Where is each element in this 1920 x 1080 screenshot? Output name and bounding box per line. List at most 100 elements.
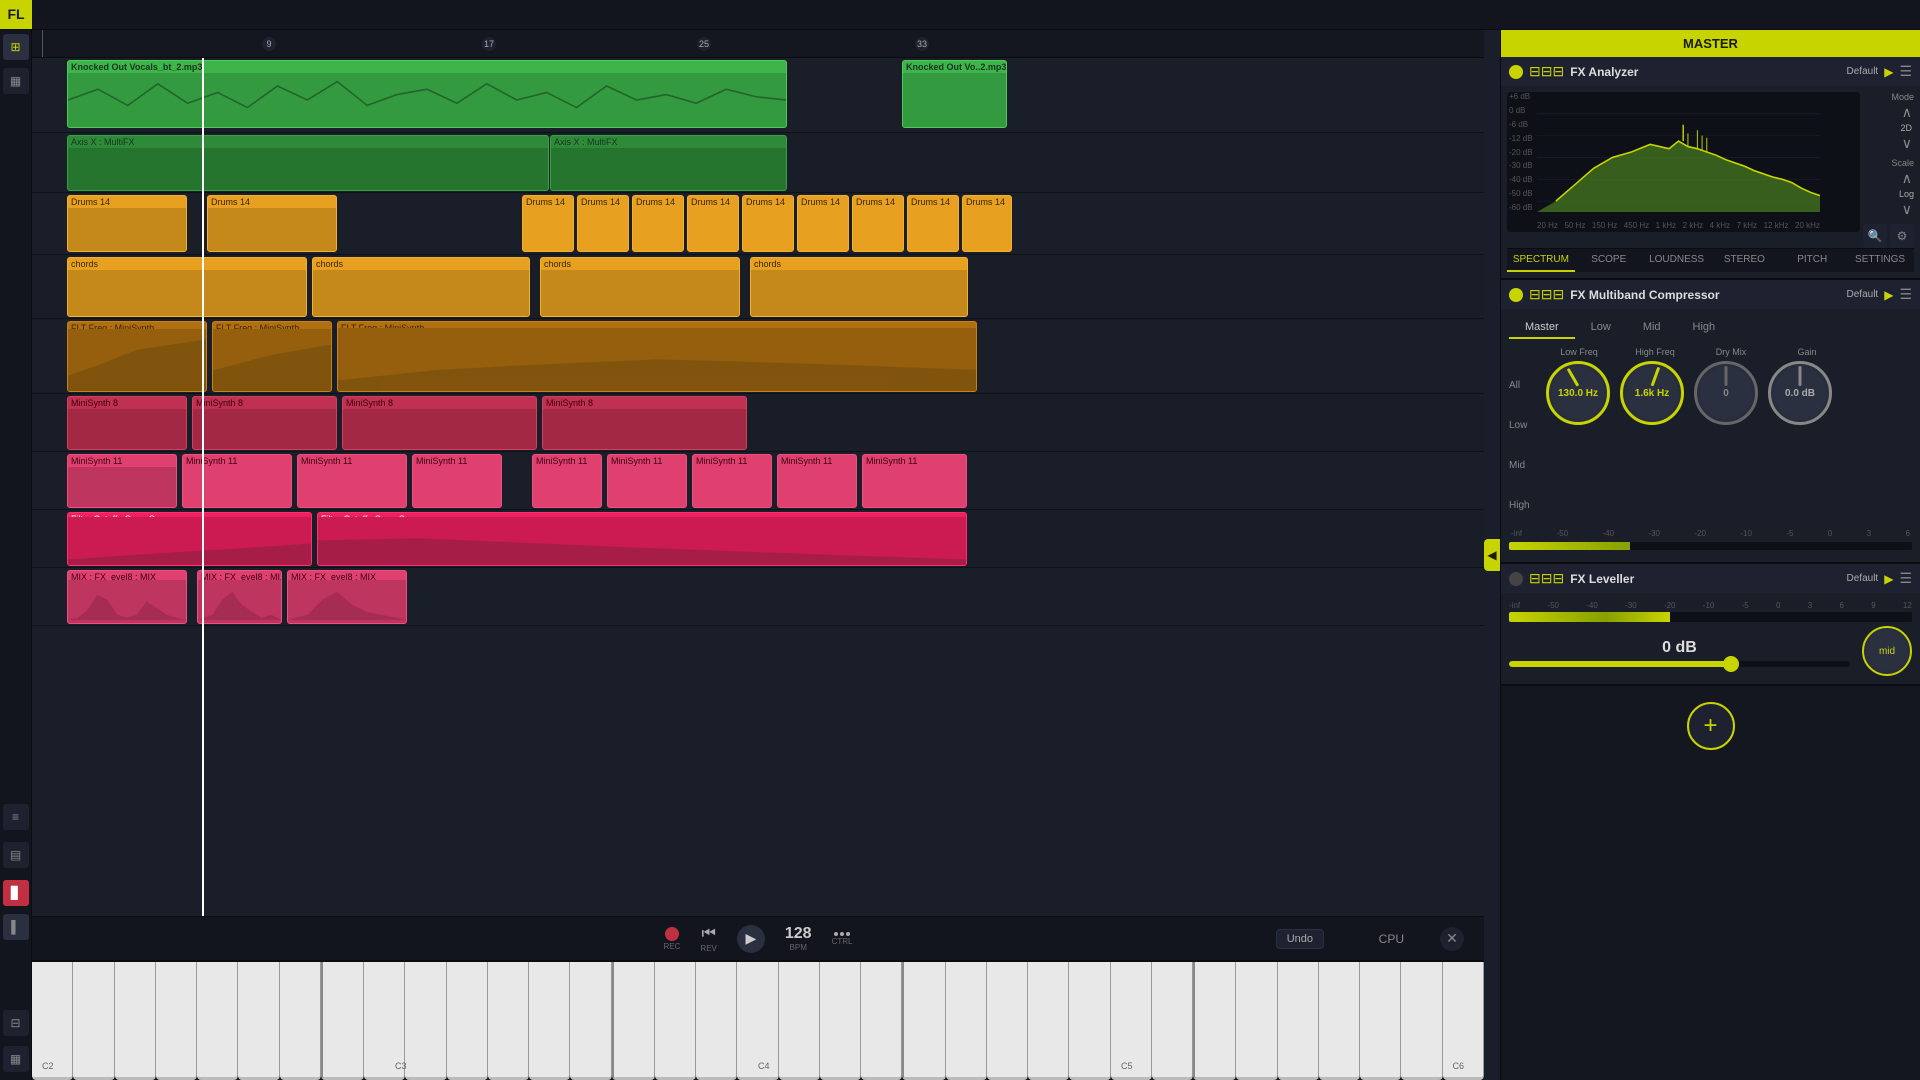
app-logo[interactable]: FL <box>0 0 32 30</box>
tab-pitch[interactable]: PITCH <box>1778 249 1846 272</box>
mb-tab-high[interactable]: High <box>1677 317 1732 339</box>
fx-leveller-power[interactable] <box>1509 572 1523 586</box>
key-c2[interactable] <box>32 962 73 1080</box>
fx-multiband-arrow[interactable]: ▶ <box>1884 288 1893 302</box>
clip-axisx-2[interactable]: Axis X : MultiFX <box>550 135 787 191</box>
fx-multiband-power[interactable] <box>1509 288 1523 302</box>
knob-dry-mix-dial[interactable]: 0 <box>1694 361 1758 425</box>
clip-mfx-1[interactable]: MIX : FX_evel8 : MIX <box>67 570 187 624</box>
close-button[interactable]: ✕ <box>1440 927 1464 951</box>
mb-tab-master[interactable]: Master <box>1509 317 1575 339</box>
knob-gain[interactable]: 0.0 dB <box>1765 361 1835 425</box>
fx-leveller-slider-thumb[interactable] <box>1723 656 1739 672</box>
key-d4[interactable] <box>655 962 696 1080</box>
clip-ms11-3[interactable]: MiniSynth 11 <box>297 454 407 508</box>
rec-button[interactable]: REC <box>664 927 681 951</box>
mode-up[interactable]: ∧ <box>1900 104 1914 121</box>
fx-leveller-arrow[interactable]: ▶ <box>1884 572 1893 586</box>
ctrl-button[interactable]: CTRL <box>832 932 853 946</box>
knob-gain-dial[interactable]: 0.0 dB <box>1768 361 1832 425</box>
play-button[interactable]: ▶ <box>737 925 765 953</box>
mb-tab-low[interactable]: Low <box>1575 317 1627 339</box>
clip-drums-6[interactable]: Drums 14 <box>687 195 739 252</box>
tool-piano[interactable]: ▦ <box>3 68 29 94</box>
undo-button[interactable]: Undo <box>1276 929 1324 949</box>
tool-bottom-2[interactable]: ▤ <box>3 842 29 868</box>
tool-meter-1[interactable]: ▊ <box>3 880 29 906</box>
tool-bars2[interactable]: ▦ <box>3 1046 29 1072</box>
clip-fc-1[interactable]: Filter Cutoff : SuperSaw <box>67 512 312 566</box>
tab-stereo[interactable]: STEREO <box>1710 249 1778 272</box>
clip-drums-5[interactable]: Drums 14 <box>632 195 684 252</box>
bpm-value[interactable]: 128 <box>785 925 812 943</box>
clip-ms8-4[interactable]: MiniSynth 8 <box>542 396 747 450</box>
clip-flt-2[interactable]: FLT Freq : MiniSynth <box>212 321 332 392</box>
knob-high-freq-dial[interactable]: 1.6k Hz <box>1620 361 1684 425</box>
knob-low-freq-dial[interactable]: 130.0 Hz <box>1546 361 1610 425</box>
key-b5[interactable] <box>1152 962 1193 1080</box>
key-c6[interactable] <box>1193 962 1236 1080</box>
scale-down[interactable]: ∨ <box>1900 201 1914 218</box>
clip-drums-7[interactable]: Drums 14 <box>742 195 794 252</box>
key-e4[interactable] <box>696 962 737 1080</box>
knob-high-freq[interactable]: 1.6k Hz <box>1617 361 1687 425</box>
clip-chords-3[interactable]: chords <box>540 257 740 317</box>
clip-drums-3[interactable]: Drums 14 <box>522 195 574 252</box>
key-g3[interactable] <box>488 962 529 1080</box>
search-btn[interactable]: 🔍 <box>1863 224 1887 248</box>
fx-analyzer-arrow[interactable]: ▶ <box>1884 65 1893 79</box>
clip-ms11-6[interactable]: MiniSynth 11 <box>607 454 687 508</box>
tab-settings[interactable]: SETTINGS <box>1846 249 1914 272</box>
clip-drums-11[interactable]: Drums 14 <box>962 195 1012 252</box>
clip-drums-8[interactable]: Drums 14 <box>797 195 849 252</box>
clip-ms11-9[interactable]: MiniSynth 11 <box>862 454 967 508</box>
mode-label-2d[interactable]: 2D <box>1898 123 1914 133</box>
add-fx-button[interactable]: + <box>1687 702 1735 750</box>
fx-multiband-menu[interactable]: ☰ <box>1899 286 1912 303</box>
key-d3[interactable] <box>364 962 405 1080</box>
clip-chords-4[interactable]: chords <box>750 257 968 317</box>
key-b3[interactable] <box>570 962 611 1080</box>
tab-scope[interactable]: SCOPE <box>1575 249 1643 272</box>
fx-leveller-slider[interactable] <box>1509 661 1850 667</box>
side-panel-toggle[interactable]: ◀ <box>1484 539 1500 571</box>
clip-chords-2[interactable]: chords <box>312 257 530 317</box>
clip-drums-1[interactable]: Drums 14 <box>67 195 187 252</box>
key-f4[interactable] <box>737 962 778 1080</box>
key-g2[interactable] <box>197 962 238 1080</box>
knob-dry-mix[interactable]: 0 <box>1691 361 1761 425</box>
rev-button[interactable]: ⏮ REV <box>700 925 716 953</box>
clip-ms11-1[interactable]: MiniSynth 11 <box>67 454 177 508</box>
clip-flt-3[interactable]: FLT Freq : MiniSynth <box>337 321 977 392</box>
tab-spectrum[interactable]: SPECTRUM <box>1507 249 1575 272</box>
key-g4[interactable] <box>779 962 820 1080</box>
key-e2[interactable] <box>115 962 156 1080</box>
fx-analyzer-menu[interactable]: ☰ <box>1899 63 1912 80</box>
tool-bottom-1[interactable]: ≡ <box>3 804 29 830</box>
key-f6[interactable] <box>1319 962 1360 1080</box>
key-d6[interactable] <box>1236 962 1277 1080</box>
key-c5[interactable] <box>902 962 945 1080</box>
tab-loudness[interactable]: LOUDNESS <box>1643 249 1711 272</box>
key-c4[interactable] <box>612 962 655 1080</box>
clip-drums-10[interactable]: Drums 14 <box>907 195 959 252</box>
clip-drums-9[interactable]: Drums 14 <box>852 195 904 252</box>
key-d2[interactable] <box>73 962 114 1080</box>
key-g6[interactable] <box>1360 962 1401 1080</box>
clip-axisx-1[interactable]: Axis X : MultiFX <box>67 135 549 191</box>
key-a3[interactable] <box>529 962 570 1080</box>
knob-low-freq[interactable]: 130.0 Hz <box>1543 361 1613 425</box>
clip-ms11-4[interactable]: MiniSynth 11 <box>412 454 502 508</box>
clip-drums-4[interactable]: Drums 14 <box>577 195 629 252</box>
mb-tab-mid[interactable]: Mid <box>1627 317 1677 339</box>
key-a6[interactable] <box>1401 962 1442 1080</box>
tool-eq[interactable]: ⊟ <box>3 1010 29 1036</box>
clip-flt-1[interactable]: FLT Freq : MiniSynth <box>67 321 207 392</box>
mode-down[interactable]: ∨ <box>1900 135 1914 152</box>
clip-ms11-2[interactable]: MiniSynth 11 <box>182 454 292 508</box>
key-b2[interactable] <box>280 962 321 1080</box>
key-e6[interactable] <box>1278 962 1319 1080</box>
clip-mfx-2[interactable]: MIX : FX_evel8 : MIX <box>197 570 282 624</box>
key-f5[interactable] <box>1028 962 1069 1080</box>
clip-ms8-3[interactable]: MiniSynth 8 <box>342 396 537 450</box>
